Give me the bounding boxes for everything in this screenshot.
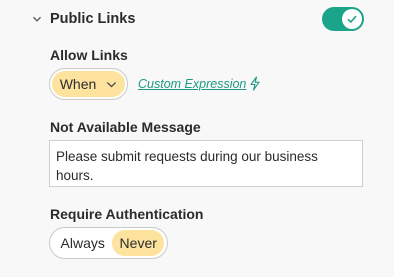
section-title: Public Links <box>50 11 136 27</box>
lightning-bolt-icon <box>249 76 261 91</box>
allow-links-label: Allow Links <box>50 47 128 63</box>
custom-expression-label: Custom Expression <box>138 76 247 91</box>
allow-links-dropdown[interactable]: When <box>49 68 128 100</box>
not-available-message-label: Not Available Message <box>50 119 201 135</box>
chevron-down-icon <box>106 79 117 90</box>
check-icon <box>342 9 362 29</box>
option-never[interactable]: Never <box>112 230 164 256</box>
require-authentication-toggle[interactable]: Always Never <box>49 227 168 259</box>
custom-expression-link[interactable]: Custom Expression <box>138 76 261 91</box>
option-always[interactable]: Always <box>53 230 112 256</box>
allow-links-value: When <box>59 76 97 92</box>
public-links-toggle[interactable] <box>322 7 364 31</box>
section-header[interactable]: Public Links <box>30 6 370 32</box>
not-available-message-field[interactable]: Please submit requests during our busine… <box>49 140 363 187</box>
require-authentication-label: Require Authentication <box>50 206 204 222</box>
chevron-down-icon[interactable] <box>30 12 44 26</box>
